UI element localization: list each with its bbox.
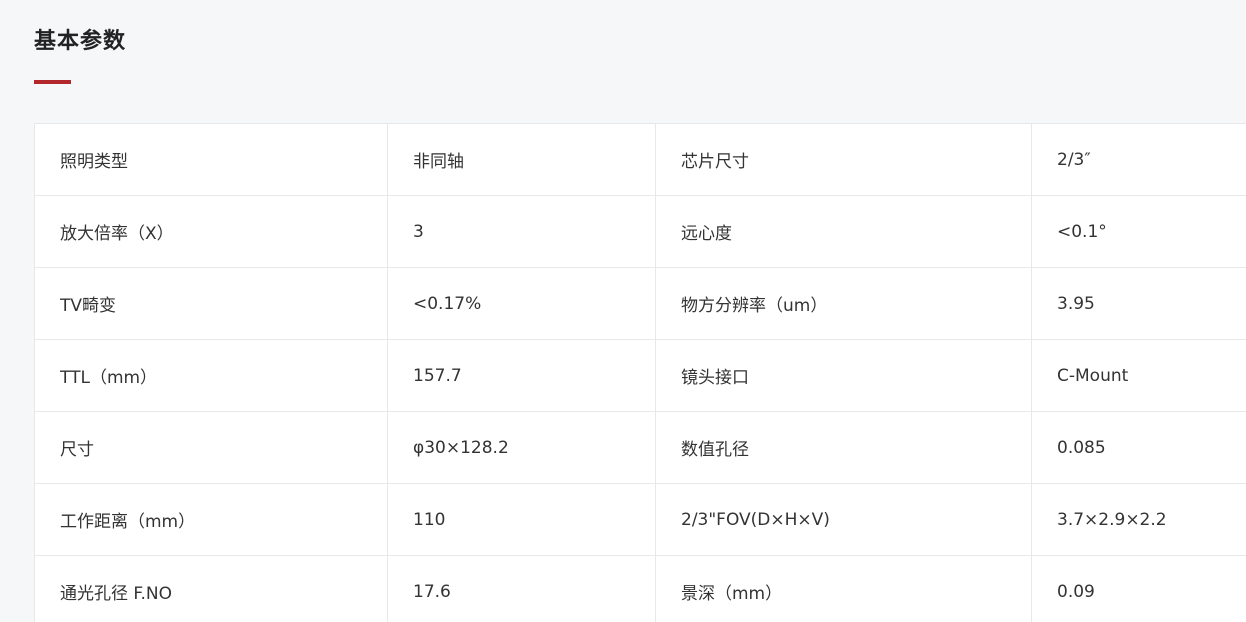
param-label: 景深（mm） [655, 555, 1032, 622]
table-row: 放大倍率（X） 3 远心度 <0.1° [34, 195, 1246, 268]
param-value: φ30×128.2 [387, 411, 656, 484]
param-value: 非同轴 [387, 123, 656, 196]
param-label: 工作距离（mm） [34, 483, 388, 556]
param-value: 0.09 [1031, 555, 1246, 622]
param-label: 芯片尺寸 [655, 123, 1032, 196]
param-label: TTL（mm） [34, 339, 388, 412]
param-value: 3.95 [1031, 267, 1246, 340]
table-row: 工作距离（mm） 110 2/3"FOV(D×H×V) 3.7×2.9×2.2 [34, 483, 1246, 556]
param-value: <0.17% [387, 267, 656, 340]
param-label: 照明类型 [34, 123, 388, 196]
table-row: 通光孔径 F.NO 17.6 景深（mm） 0.09 [34, 555, 1246, 622]
param-label: 镜头接口 [655, 339, 1032, 412]
title-underline [34, 80, 71, 84]
param-value: 0.085 [1031, 411, 1246, 484]
param-label: 远心度 [655, 195, 1032, 268]
param-value: 17.6 [387, 555, 656, 622]
section-title: 基本参数 [34, 29, 127, 54]
param-label: 2/3"FOV(D×H×V) [655, 483, 1032, 556]
param-label: 通光孔径 F.NO [34, 555, 388, 622]
param-label: 尺寸 [34, 411, 388, 484]
table-row: TTL（mm） 157.7 镜头接口 C-Mount [34, 339, 1246, 412]
param-value: 110 [387, 483, 656, 556]
page: 基本参数 照明类型 非同轴 芯片尺寸 2/3″ 放大倍率（X） 3 远心度 <0… [0, 0, 1246, 622]
param-label: TV畸变 [34, 267, 388, 340]
table-row: TV畸变 <0.17% 物方分辨率（um） 3.95 [34, 267, 1246, 340]
param-label: 放大倍率（X） [34, 195, 388, 268]
param-value: 157.7 [387, 339, 656, 412]
param-value: <0.1° [1031, 195, 1246, 268]
table-row: 照明类型 非同轴 芯片尺寸 2/3″ [34, 123, 1246, 196]
param-value: 2/3″ [1031, 123, 1246, 196]
param-label: 数值孔径 [655, 411, 1032, 484]
param-value: 3 [387, 195, 656, 268]
param-label: 物方分辨率（um） [655, 267, 1032, 340]
param-value: 3.7×2.9×2.2 [1031, 483, 1246, 556]
parameters-table: 照明类型 非同轴 芯片尺寸 2/3″ 放大倍率（X） 3 远心度 <0.1° T… [34, 123, 1246, 622]
table-row: 尺寸 φ30×128.2 数值孔径 0.085 [34, 411, 1246, 484]
param-value: C-Mount [1031, 339, 1246, 412]
